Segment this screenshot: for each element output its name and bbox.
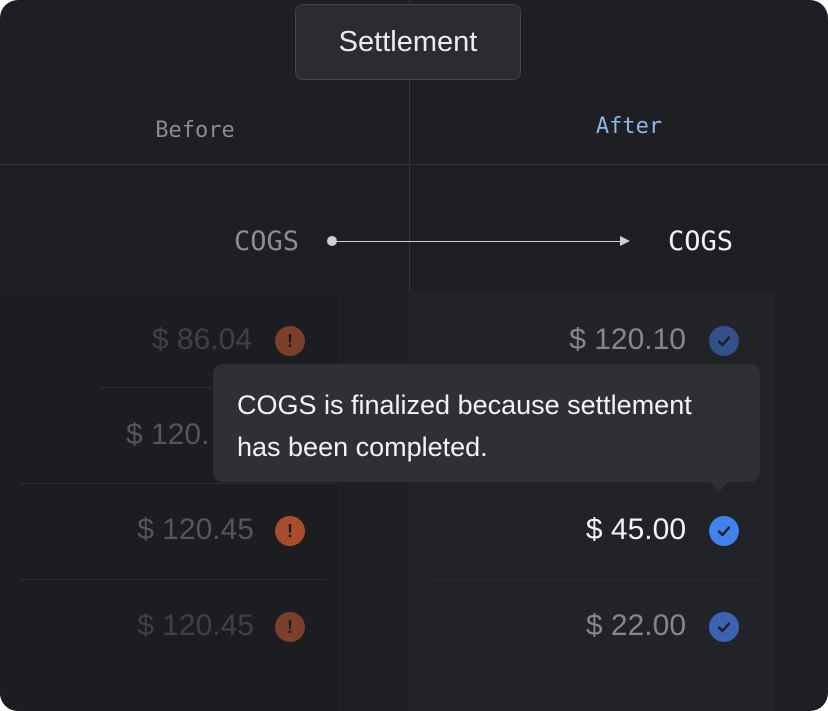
check-icon[interactable] [709, 516, 739, 546]
after-amount: $ 120.10 [569, 323, 686, 356]
row-divider [430, 579, 760, 580]
before-column-header: Before [155, 118, 235, 143]
settlement-card: Before After COGS COGS $ 86.04 ! $ 120. … [0, 0, 828, 711]
tooltip-pointer [709, 481, 729, 492]
before-values-panel [0, 296, 338, 711]
tooltip-line: has been completed. [237, 432, 488, 462]
arrow-head [620, 236, 630, 246]
tooltip-line: COGS is finalized because settlement [237, 390, 692, 420]
row-divider [20, 483, 338, 484]
warning-icon: ! [275, 612, 305, 642]
warning-icon: ! [275, 516, 305, 546]
warning-icon: ! [275, 326, 305, 356]
cogs-label-before: COGS [234, 226, 300, 257]
check-icon [709, 612, 739, 642]
before-amount: $ 120.45 [137, 513, 254, 546]
header-divider [0, 164, 828, 165]
after-column-header: After [595, 114, 663, 139]
row-divider [20, 579, 326, 580]
after-amount: $ 22.00 [585, 609, 686, 642]
check-icon [709, 326, 739, 356]
before-amount: $ 120.45 [137, 609, 254, 642]
settlement-title-pill: Settlement [295, 4, 521, 80]
finalized-tooltip: COGS is finalized because settlement has… [213, 364, 760, 482]
before-amount: $ 86.04 [151, 323, 252, 356]
arrow-right-icon [332, 241, 622, 242]
cogs-label-after: COGS [668, 226, 734, 257]
after-amount-highlighted: $ 45.00 [585, 513, 686, 546]
